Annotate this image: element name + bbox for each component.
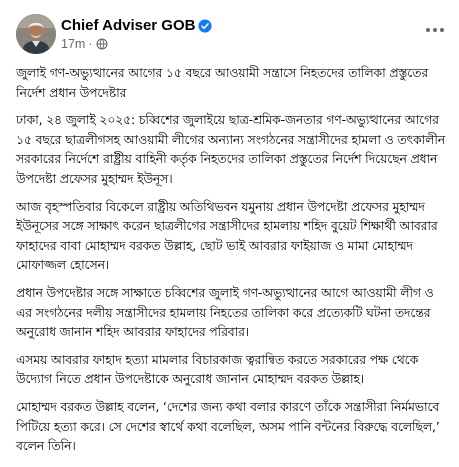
more-options-icon[interactable] bbox=[423, 18, 447, 42]
avatar[interactable] bbox=[16, 14, 56, 54]
meta-separator: · bbox=[88, 37, 93, 51]
globe-icon[interactable] bbox=[95, 38, 108, 50]
post-paragraph: প্রধান উপদেষ্টার সঙ্গে সাক্ষাতে চব্বিশের… bbox=[16, 284, 434, 340]
post-body: জুলাই গণ-অভ্যুত্থানের আগের ১৫ বছরে আওয়া… bbox=[16, 63, 447, 464]
post-paragraph: এসময় আবরার ফাহাদ হত্যা মামলার বিচারকাজ … bbox=[16, 351, 419, 387]
author-name[interactable]: Chief Adviser GOB bbox=[61, 17, 195, 34]
post-paragraph: মোহাম্মদ বরকত উল্লাহ বলেন, ‘দেশের জন্য ক… bbox=[16, 398, 440, 454]
verified-badge-icon bbox=[198, 18, 213, 33]
post-paragraph: আজ বৃহস্পতিবার বিকেলে রাষ্ট্রীয় অতিথিভব… bbox=[16, 198, 438, 273]
post-meta: 17m · bbox=[61, 37, 108, 51]
post-timestamp[interactable]: 17m bbox=[61, 37, 85, 51]
facebook-post: Chief Adviser GOB 17m · জুলাই গণ-অভ্যুত্থ… bbox=[0, 0, 459, 467]
post-headline: জুলাই গণ-অভ্যুত্থানের আগের ১৫ বছরে আওয়া… bbox=[16, 65, 428, 100]
post-header: Chief Adviser GOB 17m · bbox=[16, 14, 449, 54]
post-paragraph: ঢাকা, ২৪ জুলাই ২০২৫: চব্বিশের জুলাইয়ে ছ… bbox=[16, 112, 445, 186]
author-row: Chief Adviser GOB bbox=[61, 15, 213, 34]
avatar-portrait-icon bbox=[16, 14, 56, 54]
